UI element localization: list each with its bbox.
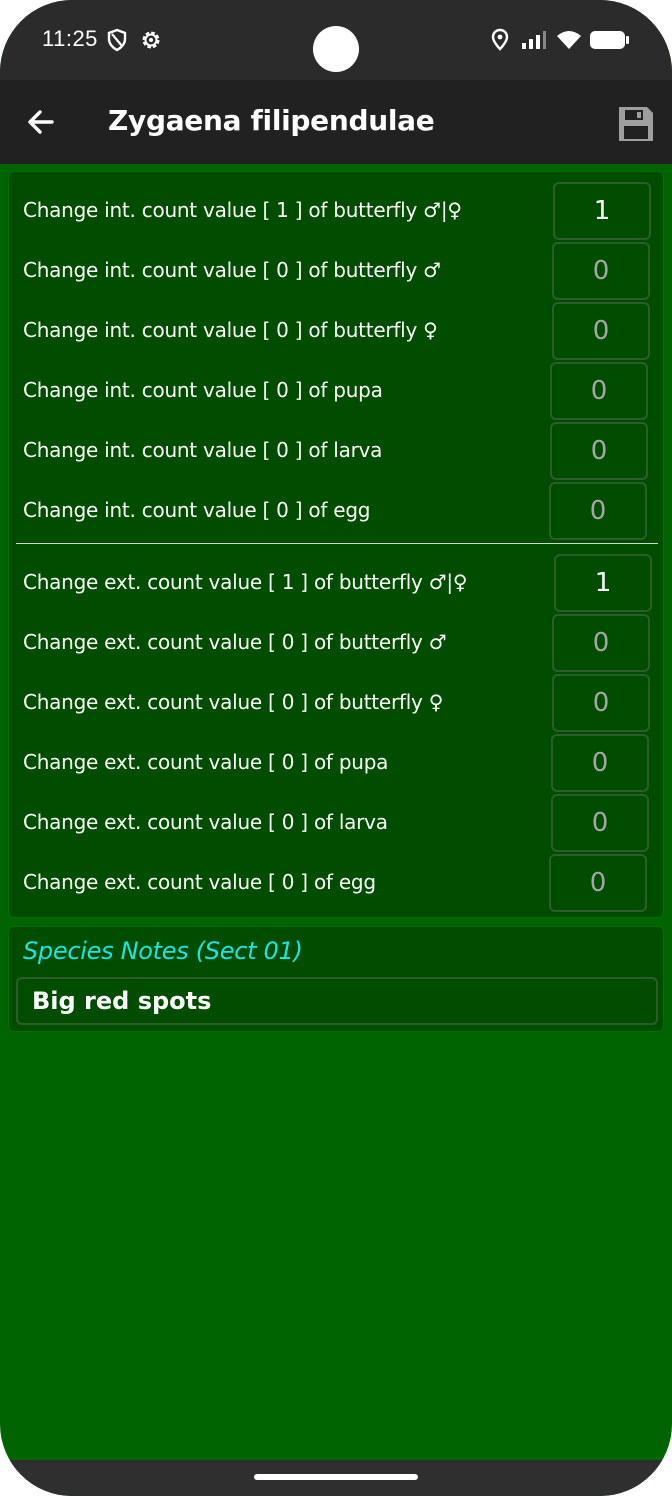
count-input[interactable]: 0 — [552, 302, 650, 360]
status-bar: 11:25 — [0, 0, 672, 80]
shield-icon — [106, 28, 128, 57]
external-count-row: Change ext. count value [ 0 ] of butterf… — [9, 672, 665, 732]
count-input[interactable]: 0 — [550, 362, 648, 420]
floppy-disk-icon — [619, 107, 653, 141]
count-label: Change ext. count value [ 0 ] of egg — [23, 870, 376, 894]
internal-count-row: Change int. count value [ 0 ] of butterf… — [9, 300, 665, 360]
external-count-row: Change ext. count value [ 1 ] of butterf… — [9, 552, 665, 612]
count-label: Change ext. count value [ 1 ] of butterf… — [23, 570, 468, 594]
species-notes-panel: Species Notes (Sect 01) Big red spots — [8, 926, 664, 1032]
count-input[interactable]: 1 — [553, 182, 651, 240]
front-camera — [313, 26, 359, 72]
species-notes-title: Species Notes (Sect 01) — [23, 937, 303, 965]
count-input[interactable]: 0 — [549, 854, 647, 912]
count-label: Change ext. count value [ 0 ] of butterf… — [23, 690, 444, 714]
external-count-row: Change ext. count value [ 0 ] of butterf… — [9, 612, 665, 672]
internal-count-row: Change int. count value [ 0 ] of larva 0 — [9, 420, 665, 480]
count-label: Change ext. count value [ 0 ] of larva — [23, 810, 388, 834]
gear-icon — [139, 28, 163, 57]
count-input[interactable]: 1 — [554, 554, 652, 612]
count-label: Change int. count value [ 1 ] of butterf… — [23, 198, 462, 222]
external-count-row: Change ext. count value [ 0 ] of larva 0 — [9, 792, 665, 852]
phone-screen: 11:25 Zygaena filipendulae Change int. c… — [0, 0, 672, 1496]
count-input[interactable]: 0 — [550, 422, 648, 480]
count-input[interactable]: 0 — [552, 614, 650, 672]
location-icon — [490, 28, 510, 57]
external-count-row: Change ext. count value [ 0 ] of egg 0 — [9, 852, 665, 912]
section-divider — [16, 543, 658, 544]
internal-count-row: Change int. count value [ 0 ] of pupa 0 — [9, 360, 665, 420]
count-input[interactable]: 0 — [551, 794, 649, 852]
count-label: Change ext. count value [ 0 ] of pupa — [23, 750, 389, 774]
page-title: Zygaena filipendulae — [108, 104, 435, 137]
count-input[interactable]: 0 — [552, 674, 650, 732]
back-button[interactable] — [22, 102, 62, 142]
counts-panel: Change int. count value [ 1 ] of butterf… — [8, 171, 664, 918]
wifi-icon — [555, 28, 583, 57]
count-label: Change int. count value [ 0 ] of butterf… — [23, 258, 441, 282]
navigation-bar — [0, 1460, 672, 1496]
count-label: Change int. count value [ 0 ] of larva — [23, 438, 383, 462]
count-label: Change int. count value [ 0 ] of butterf… — [23, 318, 438, 342]
arrow-left-icon — [28, 110, 54, 134]
app-bar: Zygaena filipendulae — [0, 80, 672, 164]
signal-icon — [520, 28, 548, 57]
internal-count-row: Change int. count value [ 1 ] of butterf… — [9, 180, 665, 240]
battery-icon — [589, 29, 631, 56]
external-count-row: Change ext. count value [ 0 ] of pupa 0 — [9, 732, 665, 792]
home-indicator[interactable] — [254, 1474, 418, 1480]
species-notes-input[interactable]: Big red spots — [16, 977, 658, 1025]
count-input[interactable]: 0 — [551, 734, 649, 792]
count-input[interactable]: 0 — [549, 482, 647, 540]
status-time: 11:25 — [42, 26, 98, 51]
count-label: Change int. count value [ 0 ] of pupa — [23, 378, 383, 402]
save-button[interactable] — [614, 102, 658, 146]
count-label: Change int. count value [ 0 ] of egg — [23, 498, 371, 522]
count-label: Change ext. count value [ 0 ] of butterf… — [23, 630, 447, 654]
internal-count-row: Change int. count value [ 0 ] of egg 0 — [9, 480, 665, 540]
count-input[interactable]: 0 — [552, 242, 650, 300]
internal-count-row: Change int. count value [ 0 ] of butterf… — [9, 240, 665, 300]
